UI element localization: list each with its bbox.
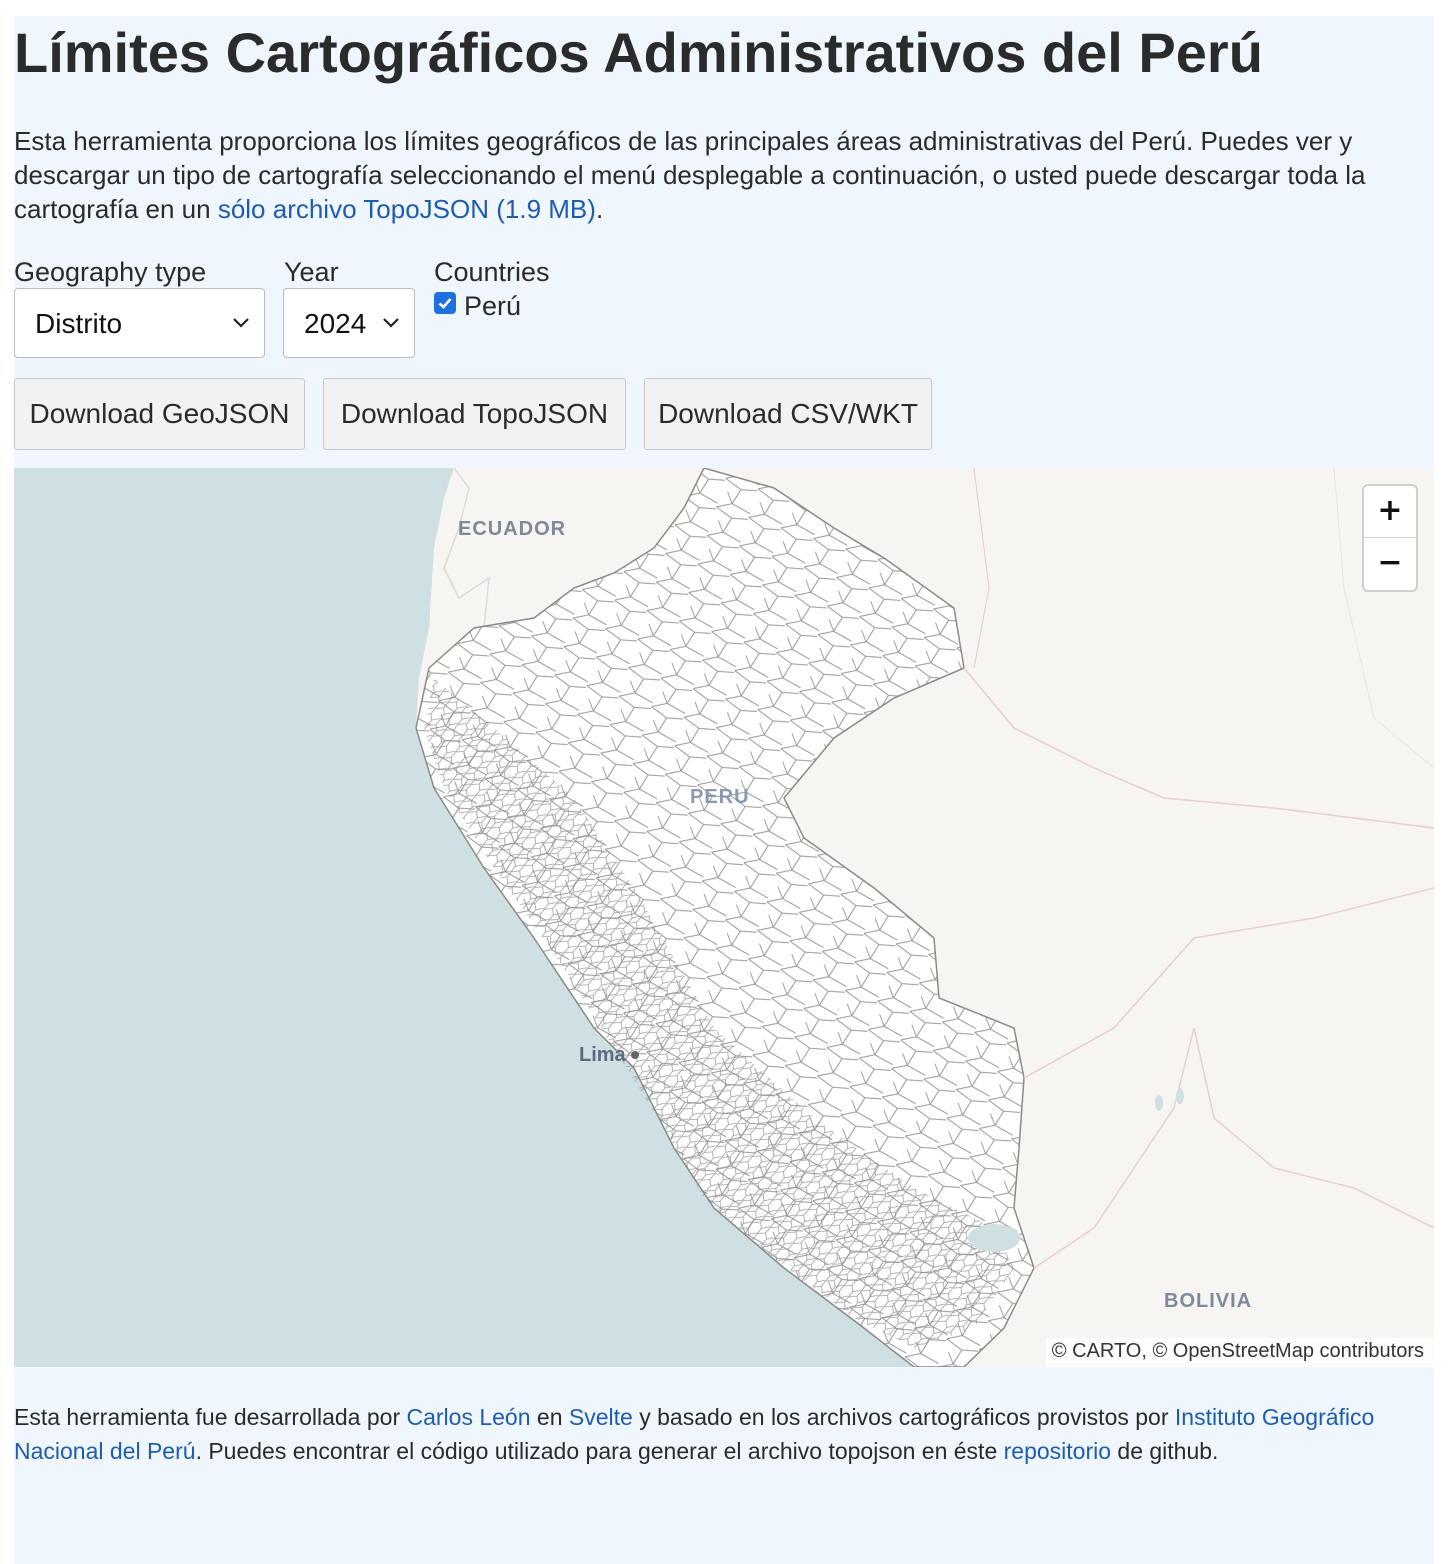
chevron-down-icon: [383, 318, 399, 328]
map-label-lima: Lima: [579, 1044, 626, 1066]
lake-titicaca: [968, 1224, 1020, 1252]
repository-link[interactable]: repositorio: [1004, 1438, 1111, 1464]
geography-type-label: Geography type: [14, 257, 207, 287]
author-link[interactable]: Carlos León: [407, 1404, 531, 1430]
country-checkbox-peru[interactable]: [434, 292, 456, 314]
footer-text: en: [530, 1404, 569, 1430]
countries-label: Countries: [434, 257, 550, 287]
download-topojson-button[interactable]: Download TopoJSON: [323, 378, 626, 450]
svelte-link[interactable]: Svelte: [569, 1404, 633, 1430]
footer-paragraph: Esta herramienta fue desarrollada por Ca…: [14, 1400, 1424, 1468]
footer-text: . Puedes encontrar el código utilizado p…: [195, 1438, 1004, 1464]
intro-text-end: .: [595, 194, 604, 224]
map-attribution: © CARTO, © OpenStreetMap contributors: [1045, 1338, 1434, 1367]
country-option-label: Perú: [464, 291, 522, 321]
download-geojson-button[interactable]: Download GeoJSON: [14, 378, 305, 450]
zoom-out-button[interactable]: −: [1364, 538, 1416, 589]
checkmark-icon: [438, 298, 452, 309]
year-select[interactable]: 2024: [283, 288, 415, 358]
map-label-bolivia: BOLIVIA: [1164, 1290, 1253, 1312]
zoom-control: + −: [1362, 484, 1418, 592]
chevron-down-icon: [233, 318, 249, 328]
geography-type-select[interactable]: Distrito: [14, 288, 265, 358]
footer-text: Esta herramienta fue desarrollada por: [14, 1404, 407, 1430]
geography-type-value: Distrito: [35, 308, 123, 339]
zoom-in-button[interactable]: +: [1364, 486, 1416, 538]
topojson-full-link[interactable]: sólo archivo TopoJSON (1.9 MB): [218, 194, 596, 224]
basemap: [14, 468, 1434, 1367]
year-value: 2024: [304, 308, 367, 339]
map-label-ecuador: ECUADOR: [458, 518, 567, 540]
map-label-peru: PERU: [690, 786, 750, 808]
download-csv-button[interactable]: Download CSV/WKT: [644, 378, 932, 450]
map-view[interactable]: ECUADOR PERU Lima BOLIVIA + − © CARTO, ©…: [14, 468, 1434, 1367]
footer-text: de github.: [1111, 1438, 1219, 1464]
footer-text: y basado en los archivos cartográficos p…: [632, 1404, 1175, 1430]
page-title: Límites Cartográficos Administrativos de…: [14, 21, 1263, 84]
year-label: Year: [284, 257, 339, 287]
page-container: Límites Cartográficos Administrativos de…: [14, 16, 1434, 1564]
intro-text: Esta herramienta proporciona los límites…: [14, 126, 1366, 224]
intro-paragraph: Esta herramienta proporciona los límites…: [14, 124, 1424, 226]
